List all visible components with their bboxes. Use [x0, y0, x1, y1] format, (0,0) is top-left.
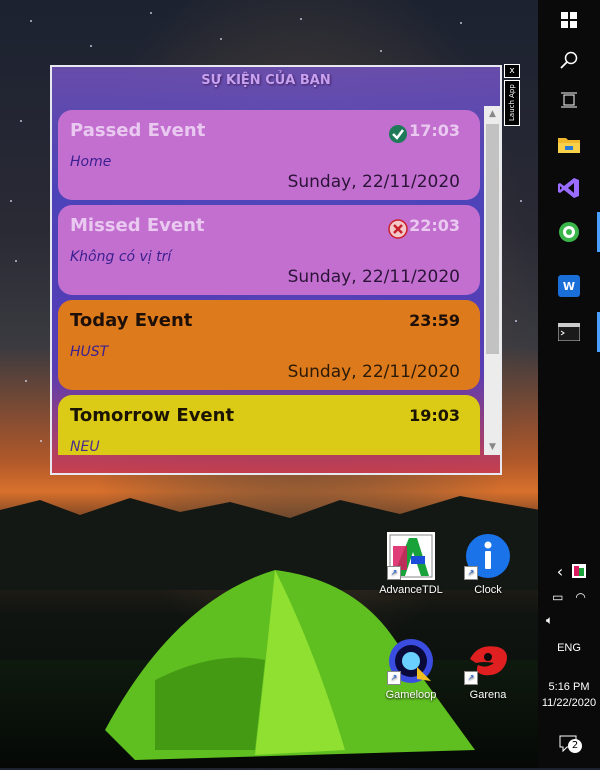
- tray-chevron-left-icon[interactable]: ‹: [538, 554, 600, 588]
- event-card-passed[interactable]: Passed Event 17:03 Home Sunday, 22/11/20…: [58, 110, 480, 200]
- notification-center-icon[interactable]: 2: [538, 724, 600, 764]
- terminal-icon[interactable]: [538, 312, 600, 352]
- scroll-thumb[interactable]: [486, 124, 499, 354]
- taskbar: W ‹ ▭ ◠ 🔈︎ ENG 5:16 PM 11/22/2020 2: [538, 0, 600, 768]
- event-card-today[interactable]: Today Event 23:59 HUST Sunday, 22/11/202…: [58, 300, 480, 390]
- clock-date[interactable]: 11/22/2020: [538, 697, 600, 709]
- close-button[interactable]: x: [504, 64, 520, 78]
- language-indicator[interactable]: ENG: [538, 642, 600, 654]
- x-circle-icon: [388, 219, 408, 239]
- event-date: Sunday, 22/11/2020: [287, 267, 460, 287]
- event-list-scrollbar[interactable]: ▲ ▼: [484, 106, 501, 455]
- event-location: HUST: [70, 344, 109, 360]
- launch-app-button[interactable]: Lauch App: [504, 80, 520, 126]
- clock-time[interactable]: 5:16 PM: [538, 681, 600, 693]
- wifi-icon: ◠: [575, 590, 586, 604]
- event-time: 19:03: [409, 406, 460, 425]
- file-explorer-icon[interactable]: [538, 124, 600, 164]
- battery-icon: ▭: [552, 590, 564, 604]
- shortcut-arrow-icon: ↗: [464, 671, 478, 685]
- start-windows-icon[interactable]: [538, 0, 600, 40]
- garena-app-icon: ↗: [464, 637, 512, 685]
- desktop-icon-label: Gameloop: [385, 689, 437, 701]
- notification-badge: 2: [568, 739, 582, 753]
- desktop-icon-clock[interactable]: ↗ Clock: [451, 532, 525, 596]
- clock-app-icon: ↗: [464, 532, 512, 580]
- event-list: Passed Event 17:03 Home Sunday, 22/11/20…: [56, 108, 482, 455]
- task-view-icon[interactable]: [538, 80, 600, 120]
- event-location: NEU: [70, 439, 100, 455]
- event-name: Passed Event: [70, 120, 206, 141]
- event-time: 23:59: [409, 311, 460, 330]
- battery-wifi-icons[interactable]: ▭ ◠: [538, 584, 600, 610]
- visual-studio-icon[interactable]: [538, 168, 600, 208]
- event-location: Không có vị trí: [70, 249, 172, 265]
- gameloop-app-icon: ↗: [387, 637, 435, 685]
- advancetdl-app-icon: ↗: [387, 532, 435, 580]
- app-title: SỰ KIỆN CỦA BẠN: [201, 73, 331, 88]
- event-date: Sunday, 22/11/2020: [287, 362, 460, 382]
- event-name: Today Event: [70, 310, 193, 331]
- check-icon: [389, 125, 407, 143]
- shortcut-arrow-icon: ↗: [387, 566, 401, 580]
- desktop-icon-label: AdvanceTDL: [379, 584, 443, 596]
- event-name: Missed Event: [70, 215, 205, 236]
- desktop-icon-advancetdl[interactable]: ↗ AdvanceTDL: [374, 532, 448, 596]
- scroll-up-arrow-icon[interactable]: ▲: [484, 106, 501, 122]
- wps-office-icon[interactable]: W: [538, 266, 600, 306]
- app-green-circle-icon[interactable]: [538, 212, 600, 252]
- event-card-missed[interactable]: Missed Event 22:03 Không có vị trí Sunda…: [58, 205, 480, 295]
- shortcut-arrow-icon: ↗: [387, 671, 401, 685]
- volume-icon[interactable]: 🔈︎: [538, 608, 600, 632]
- event-time: 22:03: [409, 216, 460, 235]
- event-card-tomorrow[interactable]: Tomorrow Event 19:03 NEU: [58, 395, 480, 455]
- desktop-icon-label: Clock: [474, 584, 502, 596]
- desktop-icon-garena[interactable]: ↗ Garena: [451, 637, 525, 701]
- desktop-icon-label: Garena: [469, 689, 507, 701]
- svg-text:W: W: [563, 280, 575, 293]
- desktop-icon-gameloop[interactable]: ↗ Gameloop: [374, 637, 448, 701]
- event-location: Home: [70, 154, 112, 170]
- shortcut-arrow-icon: ↗: [464, 566, 478, 580]
- scroll-down-arrow-icon[interactable]: ▼: [484, 439, 501, 455]
- event-date: Sunday, 22/11/2020: [287, 172, 460, 192]
- event-name: Tomorrow Event: [70, 405, 235, 426]
- event-time: 17:03: [409, 121, 460, 140]
- search-icon[interactable]: [538, 40, 600, 80]
